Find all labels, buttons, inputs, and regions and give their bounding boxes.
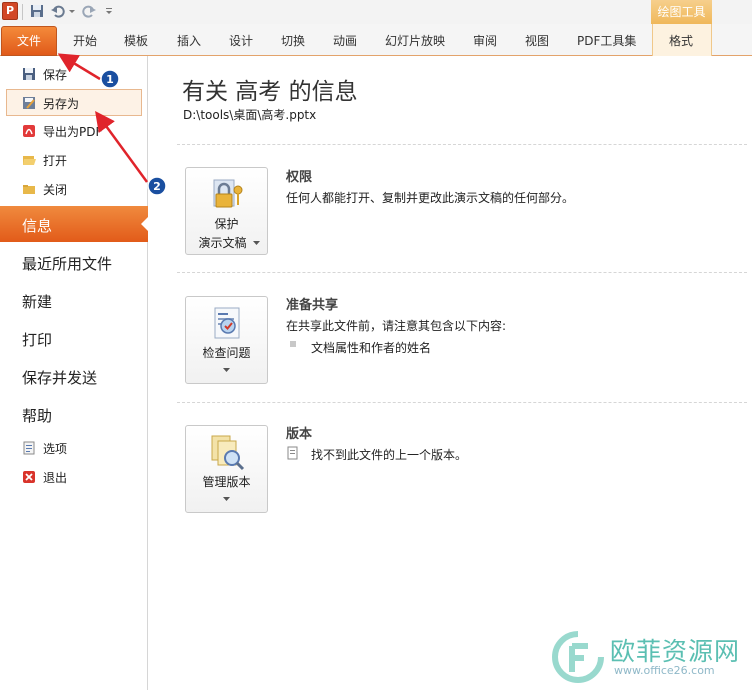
- chevron-down-icon: [223, 497, 230, 501]
- watermark: 欧菲资源网 www.office26.com: [552, 628, 752, 688]
- inspect-document-icon: [214, 307, 240, 339]
- save-icon[interactable]: [30, 4, 44, 18]
- versions-text: 找不到此文件的上一个版本。: [311, 448, 468, 462]
- nav-exit[interactable]: 退出: [0, 464, 148, 490]
- tab-animations[interactable]: 动画: [333, 32, 357, 49]
- nav-help[interactable]: 帮助: [0, 396, 148, 432]
- save-icon: [23, 68, 35, 80]
- quick-access-toolbar: P 绘图工具: [0, 0, 752, 26]
- nav-save-label: 保存: [43, 68, 68, 82]
- info-panel: 有关 高考 的信息 D:\tools\桌面\高考.pptx 保护 演示文稿 权限…: [149, 56, 752, 690]
- tab-templates[interactable]: 模板: [124, 32, 148, 49]
- tab-home[interactable]: 开始: [73, 32, 97, 49]
- tab-design[interactable]: 设计: [229, 32, 253, 49]
- tab-format[interactable]: 格式: [669, 32, 693, 49]
- redo-icon[interactable]: [82, 4, 96, 18]
- tab-review[interactable]: 审阅: [473, 32, 497, 49]
- prepare-bullet-item: 文档属性和作者的姓名: [311, 341, 432, 355]
- nav-recent-label: 最近所用文件: [22, 255, 113, 273]
- nav-open[interactable]: 打开: [0, 147, 148, 173]
- backstage-nav: 保存 另存为 导出为PDF 打开 关闭 信息 最近所用文件 新建 打印 保存并发…: [0, 56, 149, 690]
- tab-insert[interactable]: 插入: [177, 32, 201, 49]
- nav-info[interactable]: 信息: [0, 206, 149, 242]
- pdf-icon: [23, 125, 35, 137]
- versions-heading: 版本: [286, 427, 313, 442]
- page-title: 有关 高考 的信息: [182, 79, 358, 105]
- nav-save-send-label: 保存并发送: [22, 369, 98, 387]
- close-folder-icon: [23, 185, 35, 194]
- tab-file[interactable]: 文件: [1, 26, 57, 56]
- watermark-logo-icon: [552, 631, 604, 683]
- nav-save[interactable]: 保存: [0, 61, 148, 87]
- nav-new[interactable]: 新建: [0, 282, 148, 318]
- undo-dropdown-icon[interactable]: [68, 4, 76, 18]
- undo-icon[interactable]: [51, 4, 65, 18]
- nav-open-label: 打开: [43, 154, 68, 168]
- prepare-text: 在共享此文件前，请注意其包含以下内容:: [286, 319, 507, 333]
- drawing-tools-context-label: 绘图工具: [651, 0, 712, 24]
- customize-toolbar-icon[interactable]: [104, 4, 114, 18]
- section-divider: [177, 272, 747, 273]
- permissions-text: 任何人都能打开、复制并更改此演示文稿的任何部分。: [286, 191, 575, 205]
- tab-pdf-tools[interactable]: PDF工具集: [577, 32, 636, 49]
- powerpoint-logo-icon: P: [2, 2, 18, 20]
- exit-icon: [23, 471, 35, 483]
- chevron-down-icon: [253, 241, 260, 245]
- nav-print-label: 打印: [22, 331, 53, 349]
- protect-button-label-1: 保护: [214, 217, 239, 231]
- nav-new-label: 新建: [22, 293, 53, 311]
- document-icon: [287, 446, 298, 460]
- active-indicator: [141, 216, 149, 232]
- ribbon-tab-bar: 开始 模板 插入 设计 切换 动画 幻灯片放映 审阅 视图 PDF工具集: [0, 24, 752, 56]
- protect-presentation-button[interactable]: 保护 演示文稿: [185, 167, 268, 255]
- manage-versions-button[interactable]: 管理版本: [185, 425, 268, 513]
- versions-icon: [211, 435, 245, 471]
- tab-slideshow[interactable]: 幻灯片放映: [385, 32, 445, 49]
- bullet-marker: [290, 341, 296, 347]
- check-issues-label: 检查问题: [202, 346, 251, 360]
- toolbar-divider: [22, 4, 23, 20]
- nav-save-as-label: 另存为: [43, 97, 80, 111]
- chevron-down-icon: [223, 368, 230, 372]
- protect-button-label-2: 演示文稿: [198, 236, 247, 250]
- watermark-url: www.office26.com: [614, 664, 715, 677]
- nav-options-label: 选项: [43, 442, 68, 456]
- nav-info-label: 信息: [22, 217, 53, 235]
- options-icon: [23, 441, 35, 455]
- file-path: D:\tools\桌面\高考.pptx: [183, 108, 317, 122]
- manage-versions-label: 管理版本: [202, 475, 251, 489]
- section-divider: [177, 402, 747, 403]
- save-as-icon: [23, 97, 35, 109]
- nav-export-pdf[interactable]: 导出为PDF: [0, 118, 148, 144]
- nav-options[interactable]: 选项: [0, 435, 148, 461]
- tab-transitions[interactable]: 切换: [281, 32, 305, 49]
- check-issues-button[interactable]: 检查问题: [185, 296, 268, 384]
- open-folder-icon: [23, 156, 36, 165]
- watermark-text: 欧菲资源网: [610, 637, 741, 666]
- lock-key-icon: [213, 179, 243, 208]
- tab-view[interactable]: 视图: [525, 32, 549, 49]
- permissions-heading: 权限: [286, 170, 313, 185]
- nav-save-send[interactable]: 保存并发送: [0, 358, 148, 394]
- nav-close[interactable]: 关闭: [0, 176, 148, 202]
- nav-export-pdf-label: 导出为PDF: [43, 125, 103, 139]
- nav-recent[interactable]: 最近所用文件: [0, 244, 148, 280]
- nav-close-label: 关闭: [43, 183, 68, 197]
- prepare-heading: 准备共享: [286, 298, 339, 313]
- section-divider: [177, 144, 747, 145]
- nav-exit-label: 退出: [43, 471, 68, 485]
- nav-print[interactable]: 打印: [0, 320, 148, 356]
- nav-save-as[interactable]: 另存为: [0, 90, 148, 116]
- nav-help-label: 帮助: [22, 407, 53, 425]
